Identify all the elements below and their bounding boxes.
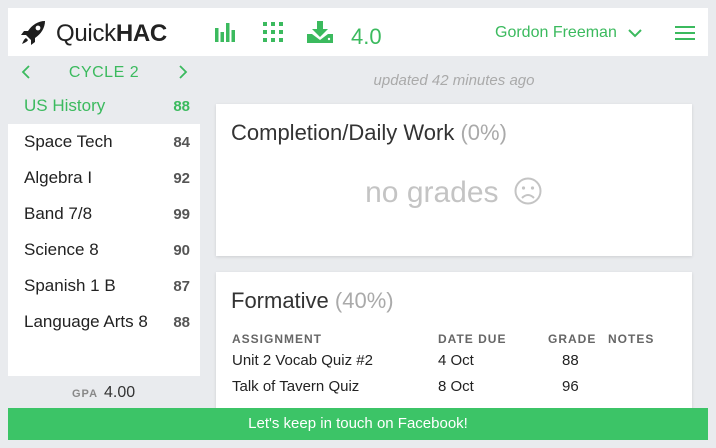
bar-chart-icon[interactable]: [212, 20, 238, 44]
course-grade: 88: [173, 314, 190, 331]
grid-icon[interactable]: [260, 20, 286, 44]
course-grade: 87: [173, 278, 190, 295]
course-name: US History: [24, 96, 106, 115]
chevron-right-icon[interactable]: [175, 62, 191, 82]
column-header-assignment: ASSIGNMENT: [232, 332, 323, 346]
category-card: Formative (40%) ASSIGNMENT DATE DUE GRAD…: [216, 272, 692, 412]
assignment-name: Unit 2 Vocab Quiz #2: [232, 352, 373, 369]
sidebar-item-science[interactable]: Science 8 90: [8, 232, 200, 268]
assignment-grade: 96: [562, 378, 579, 395]
column-header-notes: NOTES: [608, 332, 655, 346]
sidebar-item-algebra-i[interactable]: Algebra I 92: [8, 160, 200, 196]
banner-text: Let's keep in touch on Facebook!: [248, 415, 468, 432]
empty-state-text: no grades: [365, 176, 499, 209]
cycle-selector: CYCLE 2: [8, 56, 200, 88]
category-weight: (0%): [460, 120, 507, 145]
course-name: Band 7/8: [24, 204, 93, 223]
category-card: Completion/Daily Work (0%) no grades: [216, 104, 692, 256]
course-name: Space Tech: [24, 132, 113, 151]
chevron-down-icon[interactable]: [627, 26, 643, 40]
user-name[interactable]: Gordon Freeman: [495, 24, 617, 42]
course-grade: 92: [173, 170, 190, 187]
course-grade: 84: [173, 134, 190, 151]
category-weight: (40%): [334, 288, 394, 313]
course-grade: 99: [173, 206, 190, 223]
hamburger-menu-icon[interactable]: [674, 23, 696, 43]
facebook-banner[interactable]: Let's keep in touch on Facebook!: [8, 408, 708, 440]
course-name: Spanish 1 B: [24, 276, 116, 295]
course-sidebar: CYCLE 2 US History 88 Space Tech 84 Alge…: [8, 56, 200, 376]
course-name: Language Arts 8: [24, 312, 148, 331]
assignment-date: 4 Oct: [438, 352, 474, 369]
app-logo-text: QuickHAC: [56, 20, 167, 47]
assignment-grade: 88: [562, 352, 579, 369]
cycle-label: CYCLE 2: [68, 64, 140, 81]
category-title: Formative (40%): [231, 288, 394, 313]
assignment-name: Talk of Tavern Quiz: [232, 378, 360, 395]
sidebar-item-spanish[interactable]: Spanish 1 B 87: [8, 268, 200, 304]
gpa-value: 4.00: [104, 384, 136, 401]
last-updated-text: updated 42 minutes ago: [373, 72, 535, 89]
sidebar-item-space-tech[interactable]: Space Tech 84: [8, 124, 200, 160]
assignment-date: 8 Oct: [438, 378, 474, 395]
gpa-display: GPA 4.00: [8, 378, 200, 408]
course-grade: 88: [173, 98, 190, 115]
gpa-label: GPA: [72, 388, 99, 400]
column-header-date-due: DATE DUE: [438, 332, 507, 346]
download-icon[interactable]: [305, 20, 335, 44]
table-row: Talk of Tavern Quiz 8 Oct 96: [216, 374, 692, 400]
course-grade: 90: [173, 242, 190, 259]
category-title: Completion/Daily Work (0%): [231, 120, 507, 145]
sidebar-item-us-history[interactable]: US History 88: [8, 88, 200, 124]
version-number: 4.0: [351, 24, 382, 49]
sidebar-item-language-arts[interactable]: Language Arts 8 88: [8, 304, 200, 340]
course-name: Algebra I: [24, 168, 93, 187]
table-row: Unit 2 Vocab Quiz #2 4 Oct 88: [216, 348, 692, 374]
course-name: Science 8: [24, 240, 99, 259]
top-bar: QuickHAC 4.0 Gordon Freeman: [8, 8, 708, 56]
sidebar-item-band[interactable]: Band 7/8 99: [8, 196, 200, 232]
rocket-icon: [21, 21, 45, 45]
sad-face-icon: [514, 177, 542, 205]
empty-state: no grades: [216, 176, 692, 210]
column-header-grade: GRADE: [548, 332, 597, 346]
